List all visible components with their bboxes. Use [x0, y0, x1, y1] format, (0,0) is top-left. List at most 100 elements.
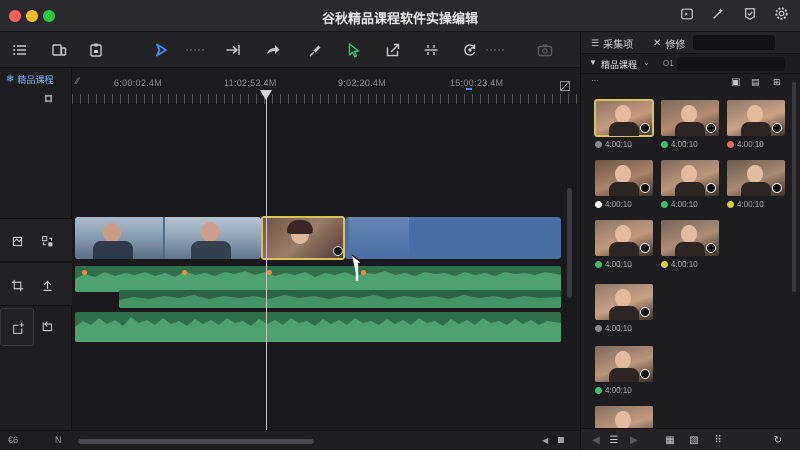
clip-badge-icon [640, 369, 650, 379]
clip-duration: 4:00:10 [605, 385, 632, 395]
filmstrip-view-icon[interactable]: ▤ [751, 77, 760, 88]
clip-card[interactable]: 4:00:10 [661, 100, 719, 150]
crop-icon[interactable] [8, 276, 26, 294]
clip-card[interactable]: 4:00:10 [595, 284, 653, 334]
color-tag-icon [595, 260, 602, 268]
settings-grid-icon[interactable]: ⊞ [773, 77, 781, 88]
clip-card[interactable]: 4:00:10 [595, 220, 653, 270]
timeline-vertical-scrollbar[interactable] [567, 188, 572, 298]
clip-duration: 4:00:10 [605, 323, 632, 333]
clip-thumbnail [595, 220, 653, 256]
panel-search-input[interactable] [693, 35, 775, 50]
export-icon[interactable] [382, 39, 404, 61]
audio-track-2[interactable] [119, 290, 561, 308]
ruler-timecode: 6:00:02.4M [114, 78, 163, 88]
camera-icon[interactable] [534, 39, 556, 61]
browser-icon[interactable] [48, 39, 70, 61]
collection-filter-input[interactable] [677, 57, 785, 71]
music-lane-header [0, 308, 34, 346]
menu-icon[interactable]: ☰ [607, 433, 621, 447]
clip-card[interactable]: 4:00:10 [595, 346, 653, 396]
storyboard-icon[interactable]: ▧ [687, 433, 701, 447]
timeline-ruler[interactable]: ⁄⁄ 6:00:02.4M 11:02:52.4M 9:02:20.4M 15:… [72, 68, 580, 104]
more-dots-icon[interactable]: ··· [591, 76, 599, 85]
badge-icon[interactable] [740, 6, 760, 26]
magic-wand-icon[interactable] [708, 6, 728, 26]
sync-icon[interactable] [459, 39, 481, 61]
blade-icon[interactable] [305, 39, 327, 61]
title-bar: 谷秋精品课程软件实操编辑 [0, 0, 800, 32]
color-tag-icon [595, 140, 602, 148]
list-icon[interactable] [9, 39, 31, 61]
gear-icon[interactable] [771, 6, 791, 26]
chevron-down-icon[interactable]: ⌄ [643, 58, 650, 67]
color-tag-icon [595, 386, 602, 394]
zoom-indicator [466, 88, 472, 90]
split-icon[interactable] [420, 39, 442, 61]
clip-card[interactable]: 4:00:10 [661, 160, 719, 210]
scroll-stop-icon[interactable] [558, 437, 564, 443]
pointer-icon[interactable] [343, 39, 365, 61]
clip-card[interactable]: 4:00:10 [595, 160, 653, 210]
clip-card[interactable]: 4:00:10 [661, 220, 719, 270]
selected-video-clip[interactable] [261, 216, 345, 260]
video-clip[interactable] [75, 217, 261, 259]
clip-badge-icon [640, 183, 650, 193]
clip-thumbnail [595, 160, 653, 196]
clip-badge-icon [706, 243, 716, 253]
audio-track-1[interactable] [75, 266, 561, 292]
add-frame-icon[interactable] [9, 319, 27, 337]
sidebar-tab[interactable]: ❄ 精品课程 [6, 72, 53, 86]
bottom-left-label[interactable]: €6 [8, 435, 18, 445]
video-clip-blue[interactable] [345, 217, 561, 259]
clip-duration: 4:00:10 [605, 139, 632, 149]
tab-media[interactable]: ☰ 采集项 [591, 36, 633, 51]
clip-badge-icon [640, 123, 650, 133]
bottom-mid-label[interactable]: N [55, 435, 62, 445]
timeline-horizontal-scrollbar[interactable] [78, 439, 314, 444]
audio-marker[interactable] [82, 270, 87, 275]
collection-title[interactable]: 精品课程 [601, 58, 637, 71]
clip-meta: 4:00:10 [595, 138, 653, 150]
reply-frame-icon[interactable] [40, 320, 58, 338]
audio-lane-header [0, 262, 72, 306]
swap-clip-icon[interactable] [38, 232, 56, 250]
flag-icon[interactable] [44, 90, 54, 103]
ruler-timecode: 11:02:52.4M [224, 78, 277, 88]
clip-card[interactable]: 4:00:10 [727, 160, 785, 210]
playhead-line[interactable] [266, 96, 267, 434]
trim-forward-icon[interactable] [222, 39, 244, 61]
grid-small-icon[interactable]: ⠿ [711, 433, 725, 447]
clip-thumbnail [165, 217, 261, 259]
redo-share-icon[interactable] [262, 39, 284, 61]
back-icon[interactable]: ◀ [589, 433, 603, 447]
tab-edit[interactable]: ✕ 修修 [653, 36, 685, 51]
forward-icon[interactable]: ▶ [627, 433, 641, 447]
clip-duration: 4:00:10 [605, 259, 632, 269]
ruler-end-icon[interactable] [560, 78, 570, 91]
window-icon[interactable] [677, 6, 697, 26]
select-arrow-icon[interactable] [150, 39, 172, 61]
track-header-column: ❄ 精品课程 [0, 68, 72, 430]
collapse-triangle-icon[interactable]: ▼ [589, 58, 597, 67]
grid-view-icon[interactable]: ▣ [731, 77, 740, 88]
clipboard-icon[interactable] [85, 39, 107, 61]
music-track[interactable] [75, 312, 561, 342]
film-icon[interactable]: ▦ [663, 433, 677, 447]
upload-icon[interactable] [38, 276, 56, 294]
color-tag-icon [727, 140, 734, 148]
refresh-icon[interactable]: ↻ [771, 433, 785, 447]
color-tag-icon [595, 324, 602, 332]
clip-meta: 4:00:10 [595, 258, 653, 270]
timeline-area[interactable] [72, 104, 580, 430]
clip-meta: 4:00:10 [595, 198, 653, 210]
clip-card[interactable]: 4:00:10 [727, 100, 785, 150]
audio-marker[interactable] [182, 270, 187, 275]
scroll-left-icon[interactable]: ◀ [542, 436, 548, 445]
clip-card[interactable]: 4:00:10 [594, 99, 654, 150]
snowflake-icon: ❄ [6, 73, 15, 85]
panel-scrollbar[interactable] [792, 82, 796, 292]
audio-marker[interactable] [267, 270, 272, 275]
audio-waveform [119, 295, 561, 308]
crop-frame-icon[interactable] [8, 232, 26, 250]
